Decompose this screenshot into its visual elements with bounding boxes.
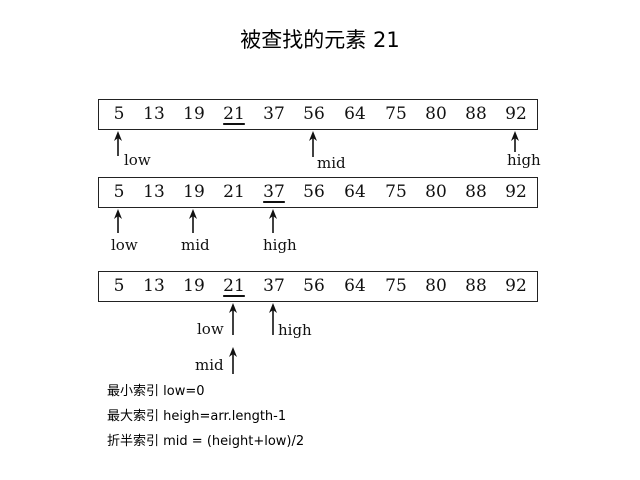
pointer-label-low: low xyxy=(111,236,138,254)
note-high: 最大索引 heigh=arr.length-1 xyxy=(107,409,287,424)
note-low: 最小索引 low=0 xyxy=(107,384,205,399)
pointer-label-low: low xyxy=(124,151,151,169)
pointer-label-high: high xyxy=(507,151,541,169)
pointer-label-high: high xyxy=(278,321,312,339)
pointer-label-mid: mid xyxy=(317,154,346,172)
pointer-label-mid: mid xyxy=(195,356,224,374)
pointer-arrows xyxy=(114,131,519,374)
pointer-label-high: high xyxy=(263,236,297,254)
pointer-label-mid: mid xyxy=(181,236,210,254)
notes: 最小索引 low=0 最大索引 heigh=arr.length-1 折半索引 … xyxy=(107,382,304,457)
pointer-label-low: low xyxy=(197,320,224,338)
note-mid: 折半索引 mid = (height+low)/2 xyxy=(107,434,305,449)
